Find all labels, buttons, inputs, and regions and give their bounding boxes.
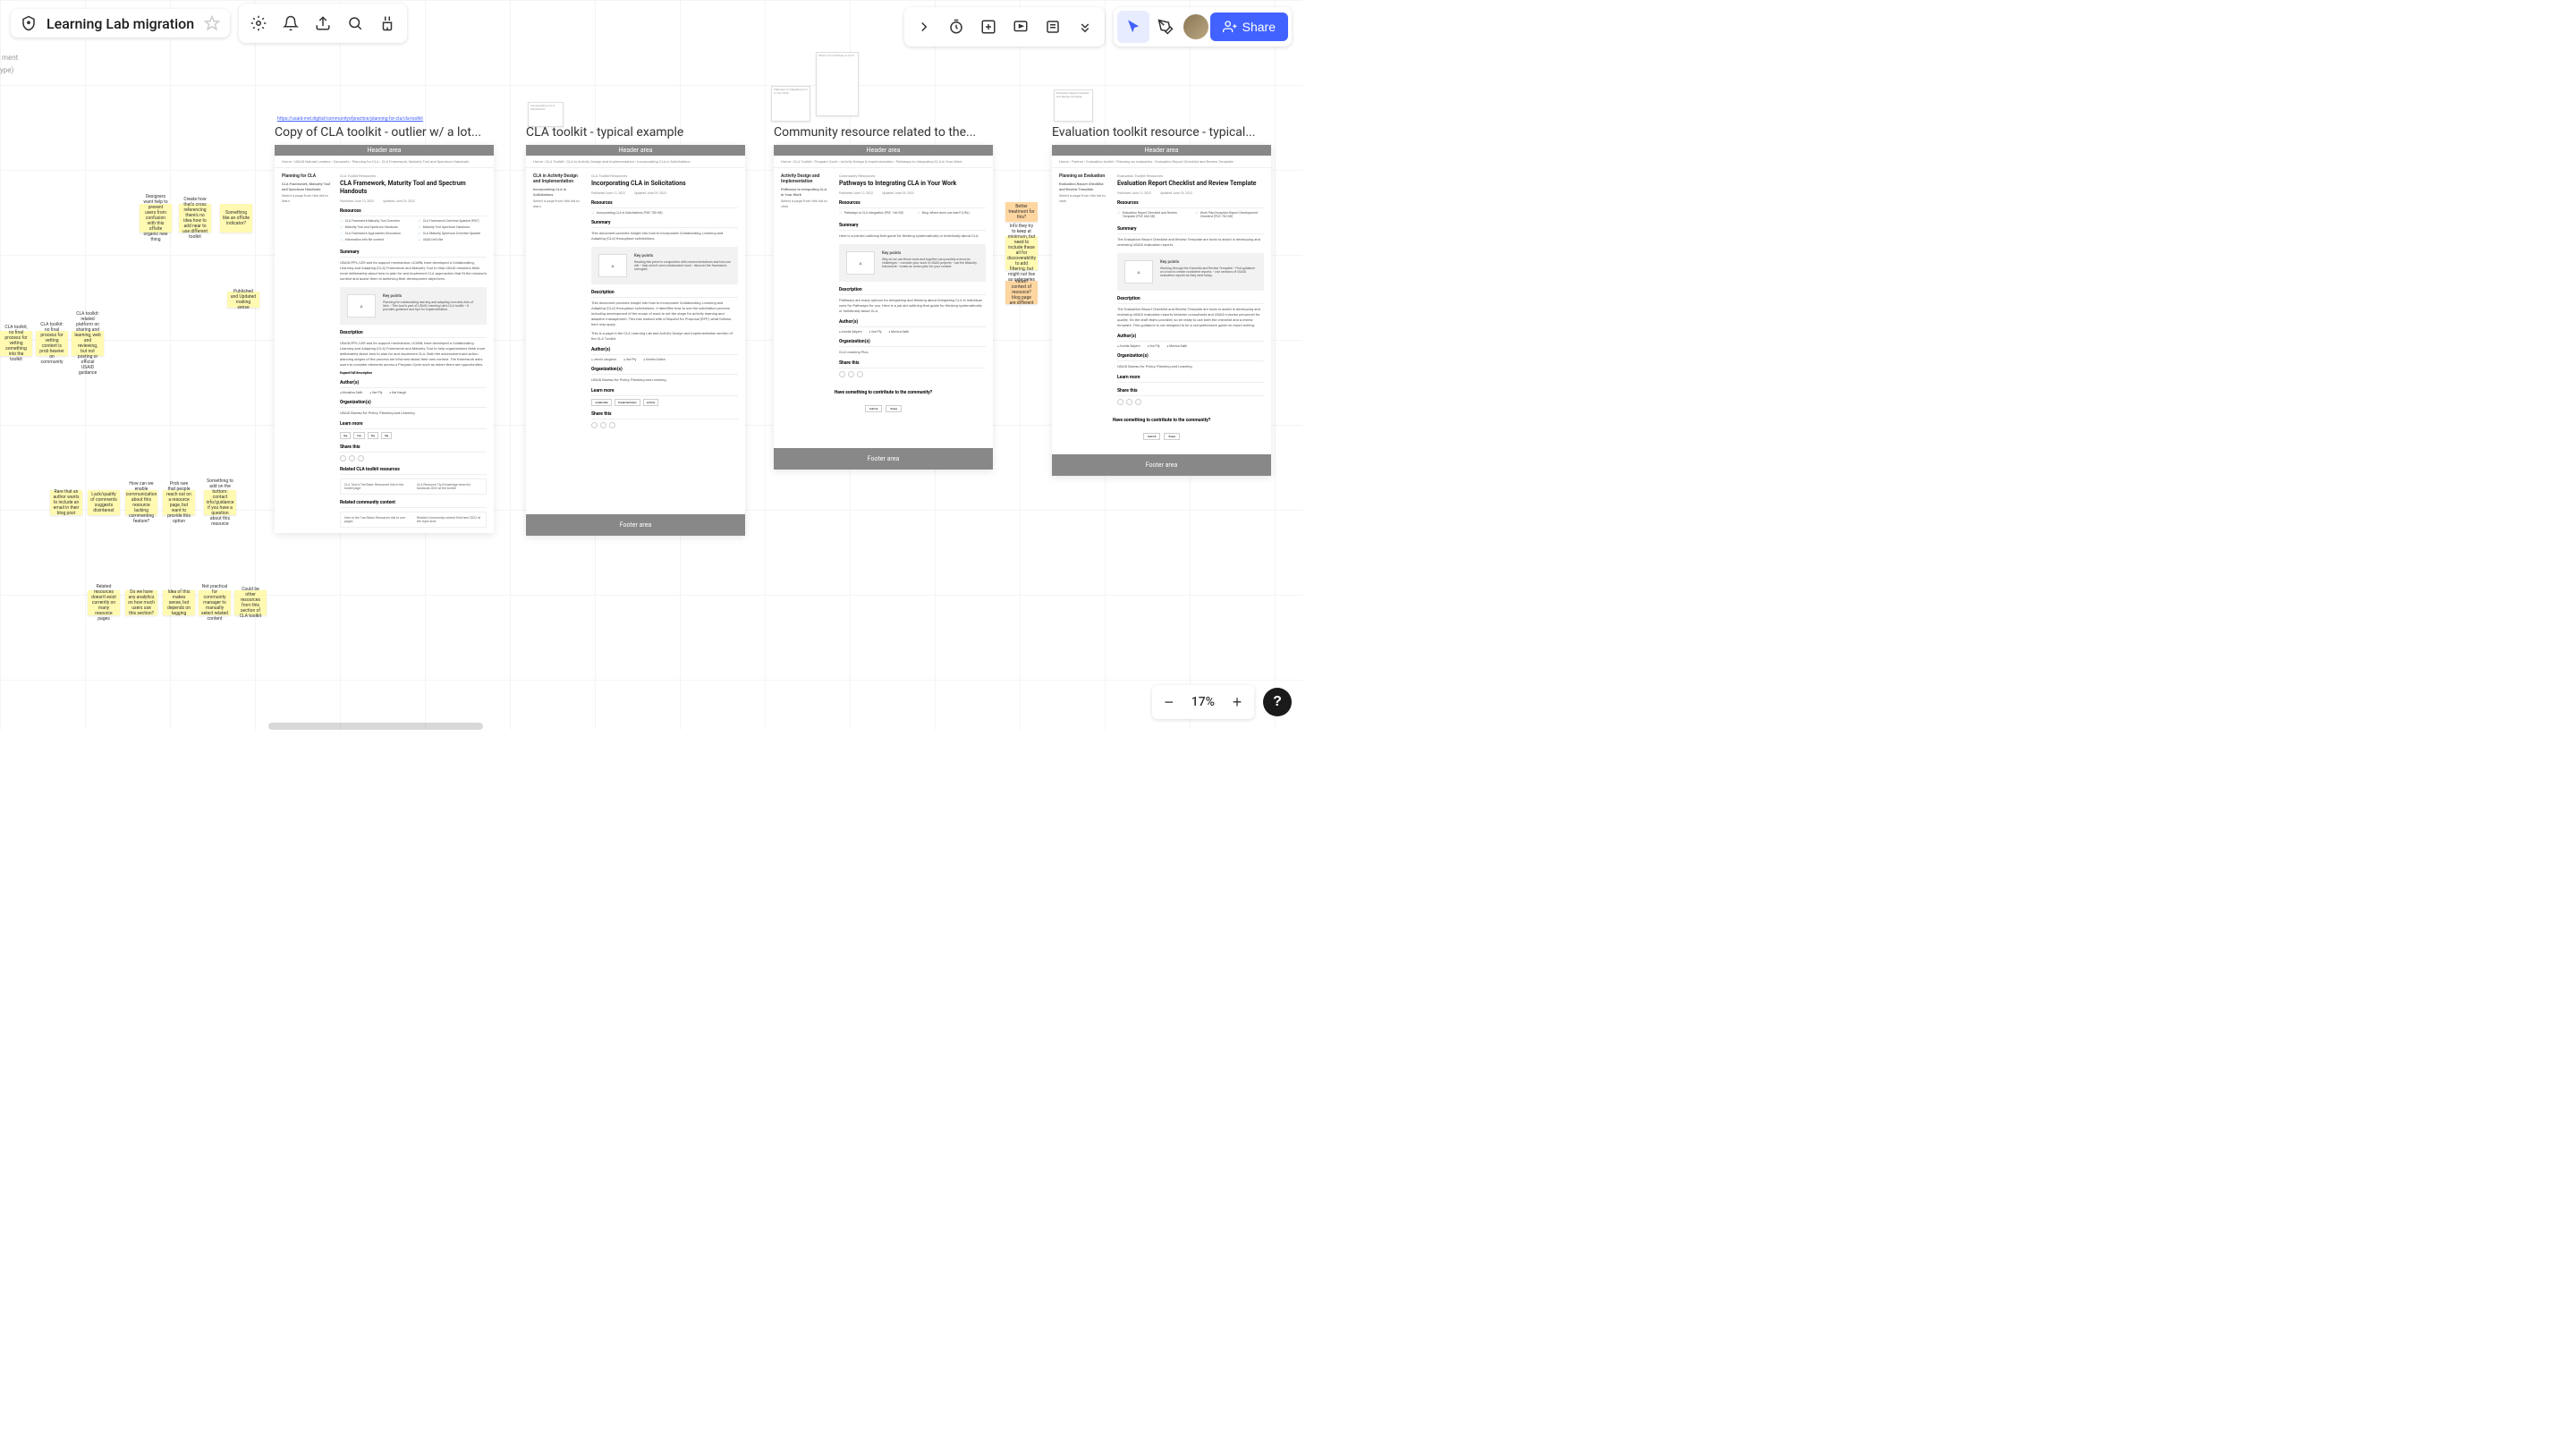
voting-button[interactable] — [972, 11, 1005, 43]
image-placeholder-icon: ▲ — [598, 254, 627, 277]
sticky-note[interactable]: Published and Updated making sense — [227, 292, 259, 308]
frame-2[interactable]: CLA toolkit - typical example Header are… — [526, 125, 745, 536]
export-button[interactable] — [307, 7, 339, 39]
cursor-tool[interactable] — [1117, 11, 1149, 43]
sticky-note[interactable]: Related resources doesn't exist currentl… — [88, 590, 120, 615]
frame-1-header: Header area — [275, 145, 494, 156]
image-placeholder-icon: ▲ — [1124, 260, 1153, 284]
f1-breadcrumb: Home › USAID Natural Leaders › Carousels… — [275, 156, 494, 168]
f1-sidebar: Planning for CLA CLA Framework, Maturity… — [282, 174, 331, 528]
thumbnail-2[interactable]: Pathways to Integrating CLA in Your Work — [771, 86, 810, 122]
f1-heading: CLA Framework, Maturity Tool and Spectru… — [340, 180, 487, 196]
sticky-note[interactable]: CLA toolkit, no final process for vettin… — [0, 331, 32, 356]
image-placeholder-icon: ▲ — [347, 294, 376, 317]
frame-4-title: Evaluation toolkit resource - typical... — [1052, 125, 1271, 140]
search-button[interactable] — [339, 7, 371, 39]
sticky-note[interactable]: Prob rare that people reach out on a res… — [163, 490, 195, 515]
help-button[interactable]: ? — [1263, 688, 1292, 716]
url-link[interactable]: https://usaid-mel.digital/communityofpra… — [277, 116, 423, 122]
sticky-note[interactable]: Value? context of resource? blog page ar… — [1005, 281, 1038, 304]
present-button[interactable] — [1005, 11, 1037, 43]
zoom-in-button[interactable]: + — [1224, 689, 1251, 715]
main-actions — [239, 4, 407, 43]
star-icon[interactable] — [203, 14, 221, 32]
sticky-note[interactable]: Not practical for community manager to m… — [199, 590, 231, 615]
sticky-note[interactable]: How can we enable communication about th… — [125, 490, 157, 515]
sticky-note[interactable]: Something like an offsite indicator? — [220, 204, 252, 233]
image-placeholder-icon: ▲ — [846, 251, 875, 275]
plugin-button[interactable] — [371, 7, 403, 39]
frame-1-body: Header area Home › USAID Natural Leaders… — [275, 145, 494, 533]
shield-icon — [20, 14, 38, 32]
sticky-note[interactable]: CLA toolkit: no final process for vettin… — [36, 331, 68, 356]
board-info: Learning Lab migration — [11, 9, 230, 38]
canvas-text-1: ment — [2, 54, 18, 62]
frame-1[interactable]: Copy of CLA toolkit - outlier w/ a lot..… — [275, 125, 494, 533]
f1-main: CLA Toolkit Resources CLA Framework, Mat… — [340, 174, 487, 528]
zoom-controls: − 17% + ? — [1152, 685, 1292, 719]
comments-button[interactable] — [1037, 11, 1069, 43]
frame-3-title: Community resource related to the... — [774, 125, 993, 140]
thumbnail-4[interactable]: Evaluation Report Checklist and Review T… — [1054, 89, 1093, 122]
sticky-note[interactable]: Rare that an author wants to include an … — [50, 490, 82, 515]
sticky-note[interactable]: Lack/quality of comments suggests disint… — [88, 490, 120, 515]
timer-button[interactable] — [940, 11, 972, 43]
zoom-out-button[interactable]: − — [1156, 689, 1183, 715]
sticky-note[interactable]: Something to add on the bottom: contact … — [204, 490, 236, 515]
sticky-note[interactable]: Could be other resources from this secti… — [234, 590, 267, 615]
hide-panel-button[interactable] — [908, 11, 940, 43]
board-title[interactable]: Learning Lab migration — [47, 15, 194, 32]
horizontal-scrollbar[interactable] — [268, 723, 483, 730]
sticky-note[interactable]: CLA toolkit: related platform on sharing… — [72, 331, 104, 356]
canvas-text-2: ype) — [0, 66, 13, 74]
sticky-note[interactable]: Create how that's cross referencing ther… — [179, 204, 211, 233]
thumbnail-1[interactable]: Incorporating CLA in Solicitations — [528, 102, 564, 127]
share-button[interactable]: Share — [1210, 13, 1288, 41]
thumbnail-3[interactable]: What is Your Pathway to CLA? — [816, 52, 859, 116]
frame-1-title: Copy of CLA toolkit - outlier w/ a lot..… — [275, 125, 494, 140]
frame-3[interactable]: Community resource related to the... Hea… — [774, 125, 993, 470]
edit-tool[interactable] — [1149, 11, 1182, 43]
more-button[interactable] — [1069, 11, 1101, 43]
frame-4[interactable]: Evaluation toolkit resource - typical...… — [1052, 125, 1271, 476]
zoom-level[interactable]: 17% — [1183, 695, 1224, 709]
sticky-note[interactable]: Info they try to keep at minimum, but ne… — [1005, 236, 1038, 270]
notifications-button[interactable] — [275, 7, 307, 39]
sticky-note[interactable]: Better treatment for this? — [1005, 202, 1038, 222]
top-toolbar: Learning Lab migration Share — [0, 0, 1302, 47]
sticky-note[interactable]: Idea of this makes sense, but depends on… — [163, 590, 195, 615]
right-toolbar: Share — [904, 7, 1292, 47]
sticky-note[interactable]: Do we have any analytics on how much use… — [125, 590, 157, 615]
sticky-note[interactable]: Designers want help to prevent users fro… — [140, 204, 172, 233]
user-avatar[interactable] — [1182, 13, 1210, 41]
settings-button[interactable] — [242, 7, 275, 39]
frame-2-title: CLA toolkit - typical example — [526, 125, 745, 140]
canvas[interactable]: ment ype) Incorporating CLA in Solicitat… — [0, 0, 1302, 730]
